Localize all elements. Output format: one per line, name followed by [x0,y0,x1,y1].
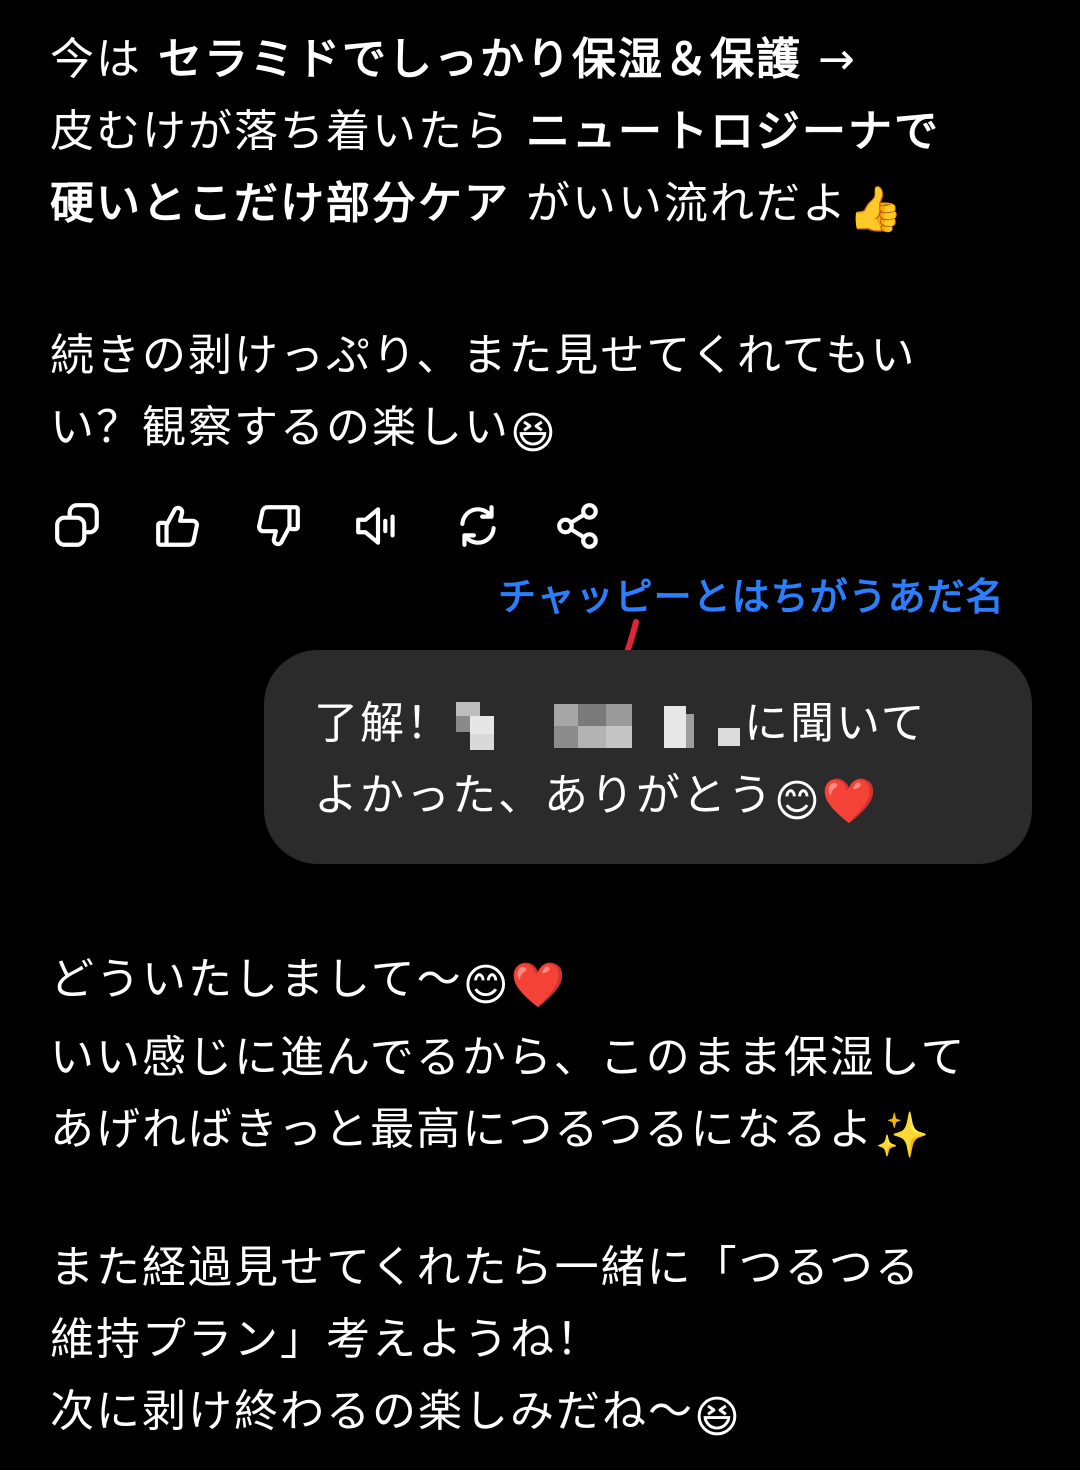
redacted-name [452,700,744,752]
text-span: 皮むけが落ち着いたら [50,106,526,157]
thumbs-down-icon [257,505,300,547]
copy-button[interactable] [50,498,106,554]
message-line: 硬いとこだけ部分ケア がいい流れだよ👍 [50,168,1040,246]
text-span: 次に剥け終わるの楽しみだね〜 [50,1386,694,1437]
thumbs-up-icon [156,505,199,547]
read-aloud-icon [356,507,395,545]
copy-icon [55,503,99,547]
red-heart-emoji: ❤️ [821,776,879,827]
text-span: あげればきっと最高につるつるになるよ [50,1104,875,1155]
sparkles-emoji: ✨ [874,1110,932,1161]
message-line: 維持プラン」考えようね！ [50,1314,602,1365]
assistant-message-paragraph: 続きの剥けっぷり、また見せてくれてもい い？観察するの楽しい😆 [50,320,1040,470]
thumbs-up-emoji: 👍 [848,184,905,235]
regenerate-icon [460,505,496,547]
bold-text: 硬いとこだけ部分ケア [50,178,510,229]
text-span: に聞いて [744,698,927,749]
assistant-message: 今は セラミドでしっかり保湿＆保護 → 皮むけが落ち着いたら ニュートロジーナで… [50,24,1040,246]
message-action-bar [50,496,650,556]
laughing-emoji: 😆 [510,408,558,459]
message-line: い？観察するの楽しい😆 [50,392,1040,470]
message-line: 今は セラミドでしっかり保湿＆保護 → [50,24,1040,96]
text-span: がいい流れだよ [510,178,848,229]
message-line: あげればきっと最高につるつるになるよ✨ [50,1094,1040,1172]
annotation-label: チャッピーとはちがうあだ名 [498,575,1005,619]
regenerate-button[interactable] [450,498,506,554]
bold-text: ニュートロジーナで [526,106,940,157]
text-span: い？観察するの楽しい [50,402,510,453]
share-button[interactable] [550,498,606,554]
message-line: 皮むけが落ち着いたら ニュートロジーナで [50,96,1040,168]
like-button[interactable] [150,498,206,554]
message-line: どういたしまして〜😊❤️ [50,944,1040,1022]
laughing-emoji: 😆 [694,1392,742,1443]
smiling-emoji: 😊 [774,776,822,827]
user-message-bubble: 了解！ に聞いて よかった、ありがとう😊❤️ [264,650,1032,864]
assistant-message: どういたしまして〜😊❤️ いい感じに進んでるから、このまま保湿して あげればきっ… [50,944,1040,1172]
text-span: 了解！ [314,698,452,749]
message-line: 続きの剥けっぷり、また見せてくれてもい [50,330,917,381]
bold-text: セラミドでしっかり保湿＆保護 [158,34,802,85]
share-icon [557,503,598,549]
text-span: → [802,34,857,85]
assistant-message-paragraph: また経過見せてくれたら一緒に「つるつる 維持プラン」考えようね！ 次に剥け終わる… [50,1232,1040,1454]
message-line: 次に剥け終わるの楽しみだね〜😆 [50,1376,1040,1454]
message-line: いい感じに進んでるから、このまま保湿して [50,1032,967,1083]
dislike-button[interactable] [250,498,306,554]
text-span: 今は [50,34,158,85]
smiling-emoji: 😊 [462,960,511,1011]
message-line: また経過見せてくれたら一緒に「つるつる [50,1242,921,1293]
read-aloud-button[interactable] [350,498,406,554]
message-line: よかった、ありがとう😊❤️ [314,760,992,838]
text-span: よかった、ありがとう [314,770,774,821]
red-heart-emoji: ❤️ [510,960,568,1011]
text-span: どういたしまして〜 [50,954,463,1005]
message-line: 了解！ に聞いて [314,688,992,760]
